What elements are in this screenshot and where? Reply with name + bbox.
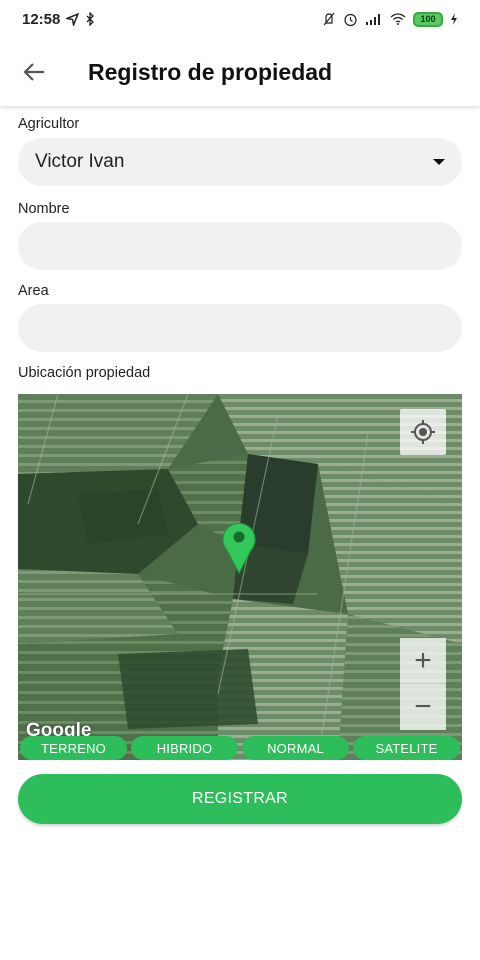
map-type-bar: TERRENO HIBRIDO NORMAL SATELITE: [18, 736, 462, 760]
arrow-back-icon: [23, 63, 44, 81]
signal-icon: [366, 14, 380, 25]
area-input[interactable]: [35, 317, 445, 339]
minus-icon: −: [414, 690, 432, 723]
area-label: Area: [18, 283, 49, 299]
my-location-button[interactable]: [400, 409, 446, 455]
farmer-selected-value: Victor Ivan: [35, 151, 125, 172]
map-type-normal-button[interactable]: NORMAL: [242, 736, 349, 760]
map-type-terreno-button[interactable]: TERRENO: [20, 736, 127, 760]
name-label: Nombre: [18, 201, 70, 217]
farmer-dropdown[interactable]: Victor Ivan: [18, 138, 462, 186]
zoom-in-button[interactable]: +: [400, 638, 446, 684]
name-field-container: [18, 222, 462, 270]
charging-icon: [451, 13, 457, 25]
battery-icon: 100: [413, 11, 443, 27]
status-bar: 12:58 100: [0, 0, 480, 38]
location-arrow-icon: [66, 12, 80, 26]
satellite-imagery: [18, 394, 462, 760]
zoom-out-button[interactable]: −: [400, 684, 446, 730]
map-type-satelite-button[interactable]: SATELITE: [353, 736, 460, 760]
app-bar: Registro de propiedad: [0, 38, 480, 106]
map-type-hibrido-button[interactable]: HIBRIDO: [131, 736, 238, 760]
name-input[interactable]: [35, 235, 445, 257]
wifi-icon: [390, 13, 406, 25]
map-view[interactable]: + − Google TERRENO HIBRIDO NORMAL SATELI…: [18, 394, 462, 760]
alarm-icon: [344, 13, 357, 26]
farmer-label: Agricultor: [18, 116, 80, 132]
location-marker-icon[interactable]: [222, 520, 256, 574]
back-button[interactable]: [0, 38, 68, 106]
page-title: Registro de propiedad: [88, 58, 333, 85]
plus-icon: +: [414, 643, 432, 677]
clock: 12:58: [22, 10, 61, 28]
location-label: Ubicación propiedad: [18, 365, 151, 381]
bluetooth-icon: [86, 12, 95, 26]
mute-icon: [323, 12, 335, 26]
area-field-container: [18, 304, 462, 352]
caret-down-icon: [433, 159, 445, 165]
register-button[interactable]: REGISTRAR: [18, 774, 462, 824]
crosshair-icon: [411, 420, 435, 444]
